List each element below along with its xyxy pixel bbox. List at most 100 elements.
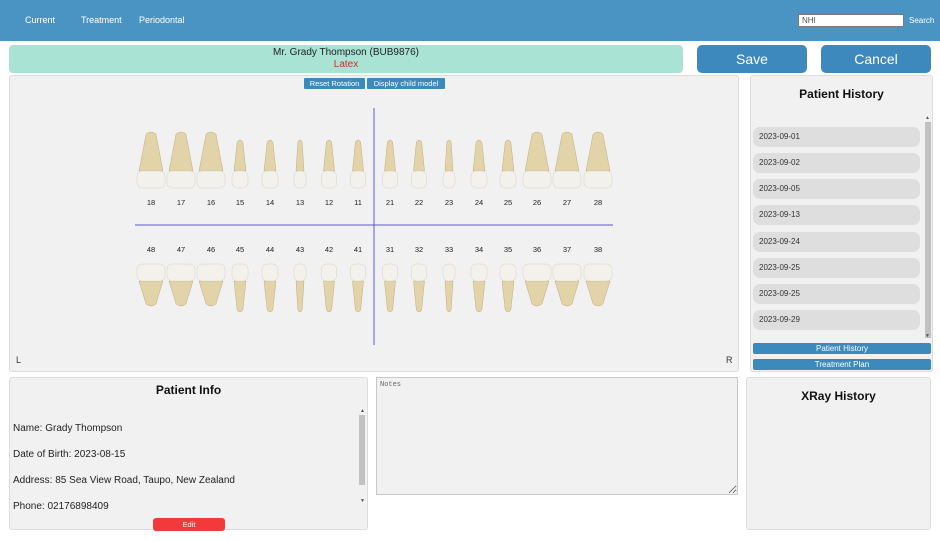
- tooth-38[interactable]: [583, 263, 613, 307]
- nav-current[interactable]: Current: [25, 15, 55, 25]
- treatment-plan-tab[interactable]: Treatment Plan: [753, 359, 931, 370]
- tooth-number-label: 34: [475, 245, 483, 254]
- tooth-number-label: 21: [386, 198, 394, 207]
- tooth-13[interactable]: [293, 139, 307, 189]
- info-dob: Date of Birth: 2023-08-15: [13, 449, 126, 460]
- tooth-26[interactable]: [522, 131, 552, 189]
- patient-info-title: Patient Info: [155, 383, 222, 397]
- history-item[interactable]: 2023-09-05: [753, 179, 920, 199]
- tooth-number-label: 11: [354, 198, 362, 207]
- tooth-number-label: 38: [594, 245, 602, 254]
- tooth-22[interactable]: [411, 139, 427, 189]
- tooth-36[interactable]: [522, 263, 552, 307]
- history-item[interactable]: 2023-09-25: [753, 284, 920, 304]
- tooth-number-label: 26: [533, 198, 541, 207]
- tooth-number-label: 23: [445, 198, 453, 207]
- tooth-number-label: 32: [415, 245, 423, 254]
- tooth-number-label: 14: [266, 198, 274, 207]
- tooth-number-label: 41: [354, 245, 362, 254]
- tooth-number-label: 15: [236, 198, 244, 207]
- tooth-number-label: 17: [177, 198, 185, 207]
- history-item[interactable]: 2023-09-13: [753, 205, 920, 225]
- history-item[interactable]: 2023-09-01: [753, 127, 920, 147]
- tooth-15[interactable]: [231, 139, 249, 189]
- info-scroll-up-icon[interactable]: ▲: [358, 407, 367, 415]
- history-item[interactable]: 2023-09-25: [753, 258, 920, 278]
- allergy-warning: Latex: [333, 59, 359, 70]
- info-scroll-down-icon[interactable]: ▼: [358, 497, 367, 505]
- tooth-46[interactable]: [196, 263, 226, 307]
- tooth-number-label: 16: [207, 198, 215, 207]
- tooth-number-label: 42: [325, 245, 333, 254]
- scroll-up-arrow-icon[interactable]: ▲: [923, 114, 932, 122]
- tooth-number-label: 44: [266, 245, 274, 254]
- tooth-11[interactable]: [350, 139, 366, 189]
- tooth-16[interactable]: [196, 131, 226, 189]
- tooth-23[interactable]: [442, 139, 456, 189]
- history-item[interactable]: 2023-09-24: [753, 232, 920, 252]
- tooth-number-label: 28: [594, 198, 602, 207]
- scroll-down-arrow-icon[interactable]: ▼: [923, 332, 932, 340]
- tooth-number-label: 43: [296, 245, 304, 254]
- tooth-12[interactable]: [321, 139, 337, 189]
- tooth-number-label: 46: [207, 245, 215, 254]
- nav-treatment[interactable]: Treatment: [81, 15, 122, 25]
- nhi-search-input[interactable]: [798, 14, 904, 27]
- tooth-34[interactable]: [470, 263, 488, 313]
- tooth-32[interactable]: [411, 263, 427, 313]
- tooth-24[interactable]: [470, 139, 488, 189]
- patient-info-list: Name: Grady Thompson Date of Birth: 2023…: [13, 408, 358, 510]
- tooth-number-label: 36: [533, 245, 541, 254]
- right-side-label: R: [726, 355, 733, 365]
- edit-button[interactable]: Edit: [153, 518, 225, 531]
- patient-history-tab[interactable]: Patient History: [753, 343, 931, 354]
- tooth-number-label: 31: [386, 245, 394, 254]
- patient-banner: Mr. Grady Thompson (BUB9876) Latex: [9, 45, 683, 73]
- tooth-chart-model[interactable]: 18 17 16 15 14 13 12 11 21 22 23 24 25 26 27 28 48 47 46 4…: [10, 76, 740, 373]
- tooth-number-label: 35: [504, 245, 512, 254]
- tooth-33[interactable]: [442, 263, 456, 313]
- tooth-27[interactable]: [552, 131, 582, 189]
- left-side-label: L: [16, 355, 22, 365]
- tooth-37[interactable]: [552, 263, 582, 307]
- tooth-47[interactable]: [166, 263, 196, 307]
- info-scroll-thumb[interactable]: [359, 415, 365, 485]
- tooth-42[interactable]: [321, 263, 337, 313]
- tooth-number-label: 45: [236, 245, 244, 254]
- info-address: Address: 85 Sea View Road, Taupo, New Ze…: [13, 475, 235, 486]
- tooth-31[interactable]: [382, 263, 398, 313]
- tooth-number-label: 48: [147, 245, 155, 254]
- tooth-number-label: 18: [147, 198, 155, 207]
- tooth-18[interactable]: [136, 131, 166, 189]
- tooth-number-label: 27: [563, 198, 571, 207]
- history-item[interactable]: 2023-09-02: [753, 153, 920, 173]
- tooth-44[interactable]: [261, 263, 279, 313]
- notes-textarea[interactable]: [376, 377, 738, 495]
- cancel-button[interactable]: Cancel: [821, 45, 931, 73]
- tooth-number-label: 37: [563, 245, 571, 254]
- patient-name: Mr. Grady Thompson (BUB9876): [273, 47, 419, 58]
- info-phone: Phone: 02176898409: [13, 501, 109, 510]
- tooth-41[interactable]: [350, 263, 366, 313]
- tooth-number-label: 13: [296, 198, 304, 207]
- tooth-28[interactable]: [583, 131, 613, 189]
- tooth-43[interactable]: [293, 263, 307, 313]
- tooth-45[interactable]: [231, 263, 249, 313]
- history-item[interactable]: 2023-09-29: [753, 310, 920, 330]
- tooth-17[interactable]: [166, 131, 196, 189]
- tooth-number-label: 33: [445, 245, 453, 254]
- tooth-48[interactable]: [136, 263, 166, 307]
- tooth-14[interactable]: [261, 139, 279, 189]
- nav-periodontal[interactable]: Periodontal: [139, 15, 185, 25]
- tooth-35[interactable]: [499, 263, 517, 313]
- history-scroll-thumb[interactable]: [925, 122, 931, 338]
- xray-history-title: XRay History: [801, 389, 876, 403]
- search-button[interactable]: Search: [909, 16, 934, 25]
- tooth-25[interactable]: [499, 139, 517, 189]
- tooth-21[interactable]: [382, 139, 398, 189]
- tooth-number-label: 12: [325, 198, 333, 207]
- tooth-number-label: 24: [475, 198, 483, 207]
- patient-info-panel: Patient Info Name: Grady Thompson Date o…: [9, 377, 368, 531]
- xray-history-panel: XRay History: [746, 377, 931, 530]
- save-button[interactable]: Save: [697, 45, 807, 73]
